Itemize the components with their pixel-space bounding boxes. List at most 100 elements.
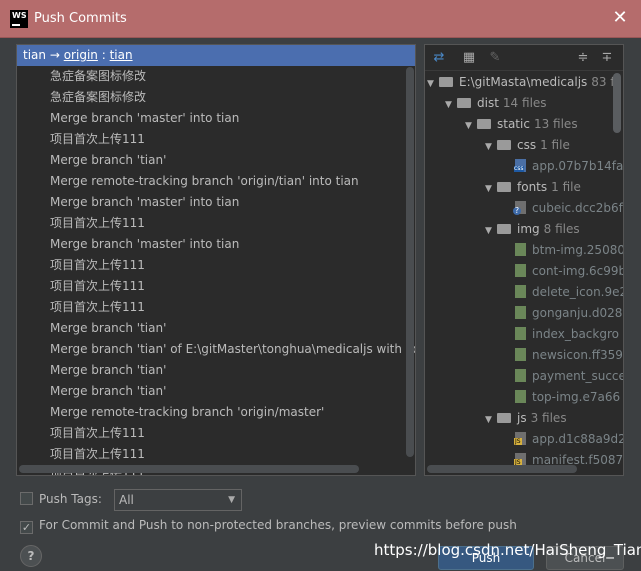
tree-file-row[interactable]: cont-img.6c99b — [515, 261, 624, 282]
group-by-icon[interactable]: ▦ — [461, 50, 477, 66]
preview-commits-option[interactable]: ✓ For Commit and Push to non-protected br… — [20, 514, 517, 536]
file-name: index_backgro — [532, 327, 619, 341]
branch-header-row[interactable]: tian → origin : tian — [17, 45, 415, 66]
commits-vertical-scrollbar[interactable] — [406, 67, 414, 457]
file-name: btm-img.25080 — [532, 243, 624, 257]
tree-file-row[interactable]: top-img.e7a66 — [515, 387, 620, 408]
files-horizontal-scrollbar[interactable] — [427, 465, 577, 473]
commit-row[interactable]: 急症备案图标修改 — [17, 66, 415, 87]
expand-arrow-icon[interactable]: ▼ — [427, 74, 439, 95]
close-icon[interactable]: ✕ — [609, 7, 631, 29]
cancel-button[interactable]: Cancel — [546, 546, 624, 570]
commit-row[interactable]: 项目首次上传111 — [17, 213, 415, 234]
expand-arrow-icon[interactable]: ▼ — [485, 410, 497, 431]
commit-row[interactable]: Merge branch 'tian' of E:\gitMaster\tong… — [17, 339, 415, 360]
commit-row[interactable]: Merge branch 'master' into tian — [17, 108, 415, 129]
file-name: top-img.e7a66 — [532, 390, 621, 404]
img-file-icon — [515, 306, 526, 319]
commit-row[interactable]: Merge remote-tracking branch 'origin/mas… — [17, 402, 415, 423]
file-count: 8 files — [543, 222, 580, 236]
expand-all-icon[interactable]: ≑ — [575, 50, 591, 66]
file-count: 13 files — [533, 117, 578, 131]
expand-arrow-icon[interactable]: ▼ — [485, 179, 497, 200]
commit-row[interactable]: Merge branch 'tian' — [17, 318, 415, 339]
tree-file-row[interactable]: index_backgro — [515, 324, 619, 345]
tree-file-row[interactable]: app.d1c88a9d2 — [514, 429, 624, 450]
commit-row[interactable]: Merge branch 'tian' — [17, 381, 415, 402]
expand-arrow-icon[interactable]: ▼ — [445, 95, 457, 116]
tree-folder-row[interactable]: ▼ E:\gitMasta\medicaljs 83 f — [427, 72, 615, 93]
tree-folder-row[interactable]: ▼ dist 14 files — [445, 93, 547, 114]
preview-commits-checkbox[interactable]: ✓ — [20, 521, 33, 534]
remote-branch-link[interactable]: tian — [110, 48, 133, 62]
commit-row[interactable]: Merge branch 'tian' — [17, 360, 415, 381]
expand-arrow-icon[interactable]: ▼ — [485, 221, 497, 242]
remote-link[interactable]: origin — [64, 48, 98, 62]
push-button[interactable]: Push — [438, 546, 534, 570]
changed-files-tree[interactable]: ⇄ ▦ ✎ ≑ ∓ ▼ E:\gitMasta\medicaljs 83 f ▼ dis… — [424, 44, 624, 476]
expand-arrow-icon[interactable]: ▼ — [485, 137, 497, 158]
folder-icon — [497, 182, 511, 192]
file-count: 1 file — [551, 180, 581, 194]
push-tags-checkbox[interactable] — [20, 492, 33, 505]
tree-file-row[interactable]: gonganju.d028 — [515, 303, 622, 324]
expand-arrow-icon[interactable]: ▼ — [465, 116, 477, 137]
tree-folder-row[interactable]: ▼ fonts 1 file — [485, 177, 581, 198]
img-file-icon — [515, 369, 526, 382]
window-title: Push Commits — [34, 11, 127, 26]
commit-row[interactable]: 急症备案图标修改 — [17, 87, 415, 108]
folder-name: static — [497, 117, 530, 131]
commit-row[interactable]: Merge branch 'tian' — [17, 150, 415, 171]
img-file-icon — [515, 243, 526, 256]
commits-horizontal-scrollbar[interactable] — [19, 465, 359, 473]
file-name: cubeic.dcc2b6f — [532, 201, 623, 215]
tree-folder-row[interactable]: ▼ img 8 files — [485, 219, 580, 240]
file-name: app.d1c88a9d2 — [532, 432, 624, 446]
tree-folder-row[interactable]: ▼ static 13 files — [465, 114, 578, 135]
img-file-icon — [515, 264, 526, 277]
files-vertical-scrollbar[interactable] — [613, 73, 621, 133]
file-name: app.07b7b14fa — [532, 159, 624, 173]
tree-file-row[interactable]: btm-img.25080 — [515, 240, 624, 261]
file-name: cont-img.6c99b — [532, 264, 624, 278]
tree-file-row[interactable]: payment_succe — [515, 366, 623, 387]
push-tags-value: All — [119, 493, 134, 507]
commit-row[interactable]: 项目首次上传111 — [17, 423, 415, 444]
tree-folder-row[interactable]: ▼ css 1 file — [485, 135, 570, 156]
file-name: newsicon.ff359 — [532, 348, 623, 362]
tree-folder-row[interactable]: ▼ js 3 files — [485, 408, 567, 429]
local-branch: tian — [23, 48, 46, 62]
commits-list[interactable]: tian → origin : tian 急症备案图标修改 急症备案图标修改 Mer… — [16, 44, 416, 476]
chevron-down-icon: ▼ — [228, 495, 235, 505]
commit-row[interactable]: Merge remote-tracking branch 'origin/tia… — [17, 171, 415, 192]
folder-name: img — [517, 222, 540, 236]
file-count: 3 files — [530, 411, 567, 425]
commit-row[interactable]: 项目首次上传111 — [17, 129, 415, 150]
commit-row[interactable]: Merge branch 'master' into tian — [17, 192, 415, 213]
tree-file-row[interactable]: cubeic.dcc2b6f — [513, 198, 623, 219]
webstorm-logo-icon: WS — [10, 10, 28, 28]
edit-source-icon[interactable]: ✎ — [487, 50, 503, 66]
tree-file-row[interactable]: newsicon.ff359 — [515, 345, 623, 366]
js-file-icon — [514, 432, 526, 445]
img-file-icon — [515, 285, 526, 298]
folder-name: dist — [477, 96, 499, 110]
tree-file-row[interactable]: delete_icon.9e2 — [515, 282, 623, 303]
title-bar: WS Push Commits ✕ — [0, 0, 641, 38]
commit-row[interactable]: Merge branch 'master' into tian — [17, 234, 415, 255]
commit-row[interactable]: 项目首次上传111 — [17, 255, 415, 276]
commit-row[interactable]: 项目首次上传111 — [17, 444, 415, 465]
push-tags-dropdown[interactable]: All ▼ — [114, 489, 242, 511]
tree-file-row[interactable]: app.07b7b14fa — [514, 156, 624, 177]
arrow-text: → — [49, 48, 60, 62]
folder-icon — [477, 119, 491, 129]
commit-row[interactable]: 项目首次上传111 — [17, 297, 415, 318]
collapse-all-icon[interactable]: ∓ — [599, 50, 615, 66]
preview-commits-label: For Commit and Push to non-protected bra… — [39, 518, 517, 532]
push-tags-option[interactable]: Push Tags: — [20, 488, 102, 510]
separator-text: : — [101, 48, 106, 62]
folder-icon — [439, 77, 453, 87]
show-diff-icon[interactable]: ⇄ — [431, 50, 447, 66]
help-button[interactable]: ? — [20, 545, 42, 567]
commit-row[interactable]: 项目首次上传111 — [17, 276, 415, 297]
